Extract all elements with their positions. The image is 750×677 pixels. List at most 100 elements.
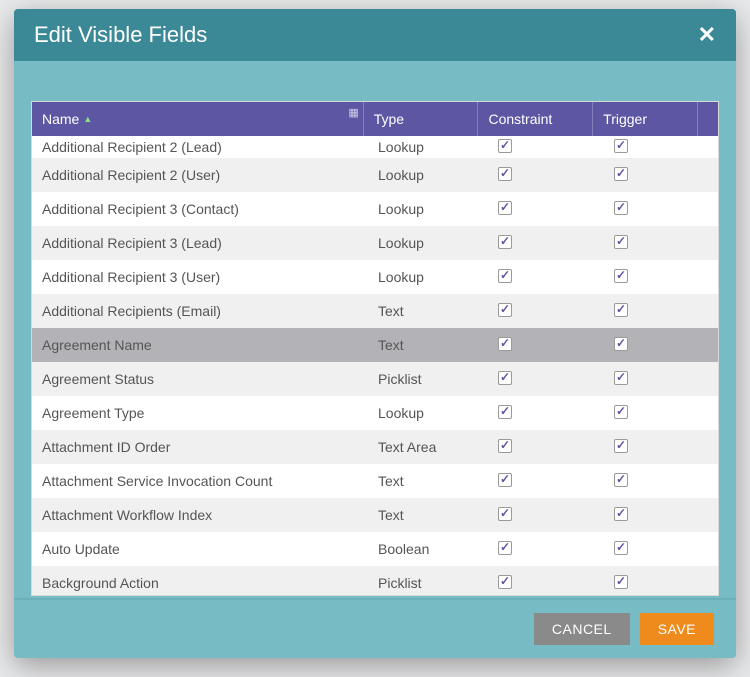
constraint-checkbox[interactable] [498, 235, 512, 249]
close-icon[interactable]: ✕ [698, 22, 716, 48]
column-header-type-label: Type [374, 111, 404, 127]
constraint-checkbox[interactable] [498, 167, 512, 181]
cell-constraint [484, 334, 600, 357]
cell-constraint [484, 266, 600, 289]
cell-type: Lookup [368, 139, 484, 155]
column-options-icon[interactable]: ▦ [348, 106, 358, 119]
cell-name: Agreement Name [32, 337, 368, 353]
save-button[interactable]: SAVE [640, 613, 714, 645]
constraint-checkbox[interactable] [498, 439, 512, 453]
trigger-checkbox[interactable] [614, 269, 628, 283]
cell-constraint [484, 164, 600, 187]
table-row[interactable]: Auto UpdateBoolean [32, 532, 718, 566]
cell-name: Attachment ID Order [32, 439, 368, 455]
table-row[interactable]: Additional Recipient 2 (User)Lookup [32, 158, 718, 192]
constraint-checkbox[interactable] [498, 405, 512, 419]
edit-visible-fields-modal: Edit Visible Fields ✕ Name ▲ ▦ Type Cons… [14, 9, 736, 658]
cell-trigger [600, 402, 706, 425]
cancel-button[interactable]: CANCEL [534, 613, 630, 645]
cell-trigger [600, 300, 706, 323]
cell-trigger [600, 470, 706, 493]
cell-name: Additional Recipients (Email) [32, 303, 368, 319]
cell-type: Lookup [368, 235, 484, 251]
cell-name: Additional Recipient 3 (Contact) [32, 201, 368, 217]
table-row[interactable]: Additional Recipients (Email)Text [32, 294, 718, 328]
cell-trigger [600, 266, 706, 289]
table-row[interactable]: Additional Recipient 2 (Lead)Lookup [32, 136, 718, 158]
column-header-name-label: Name [42, 111, 79, 127]
cell-type: Text [368, 303, 484, 319]
trigger-checkbox[interactable] [614, 473, 628, 487]
cell-trigger [600, 368, 706, 391]
sort-asc-icon: ▲ [83, 114, 92, 124]
table-row[interactable]: Background ActionPicklist [32, 566, 718, 595]
fields-table: Name ▲ ▦ Type Constraint Trigger Additio… [31, 101, 719, 596]
cell-name: Auto Update [32, 541, 368, 557]
table-row[interactable]: Additional Recipient 3 (User)Lookup [32, 260, 718, 294]
cell-trigger [600, 504, 706, 527]
table-row[interactable]: Agreement TypeLookup [32, 396, 718, 430]
trigger-checkbox[interactable] [614, 235, 628, 249]
table-row[interactable]: Attachment Service Invocation CountText [32, 464, 718, 498]
table-row[interactable]: Agreement StatusPicklist [32, 362, 718, 396]
cell-trigger [600, 136, 706, 159]
cell-trigger [600, 164, 706, 187]
trigger-checkbox[interactable] [614, 439, 628, 453]
modal-footer: CANCEL SAVE [14, 598, 736, 658]
trigger-checkbox[interactable] [614, 167, 628, 181]
cell-constraint [484, 402, 600, 425]
column-header-type[interactable]: Type [364, 102, 479, 136]
cell-constraint [484, 300, 600, 323]
constraint-checkbox[interactable] [498, 337, 512, 351]
column-header-trigger-label: Trigger [603, 111, 647, 127]
column-header-constraint[interactable]: Constraint [478, 102, 593, 136]
table-row[interactable]: Attachment Workflow IndexText [32, 498, 718, 532]
trigger-checkbox[interactable] [614, 303, 628, 317]
constraint-checkbox[interactable] [498, 575, 512, 589]
cell-type: Text [368, 507, 484, 523]
constraint-checkbox[interactable] [498, 269, 512, 283]
cell-constraint [484, 504, 600, 527]
column-header-trigger[interactable]: Trigger [593, 102, 698, 136]
trigger-checkbox[interactable] [614, 405, 628, 419]
constraint-checkbox[interactable] [498, 541, 512, 555]
table-row[interactable]: Additional Recipient 3 (Lead)Lookup [32, 226, 718, 260]
cell-constraint [484, 538, 600, 561]
table-row[interactable]: Additional Recipient 3 (Contact)Lookup [32, 192, 718, 226]
constraint-checkbox[interactable] [498, 507, 512, 521]
cell-name: Additional Recipient 2 (User) [32, 167, 368, 183]
cell-name: Attachment Service Invocation Count [32, 473, 368, 489]
trigger-checkbox[interactable] [614, 507, 628, 521]
cell-type: Text Area [368, 439, 484, 455]
column-header-constraint-label: Constraint [488, 111, 552, 127]
cell-type: Picklist [368, 575, 484, 591]
trigger-checkbox[interactable] [614, 541, 628, 555]
cell-type: Lookup [368, 167, 484, 183]
cell-constraint [484, 572, 600, 595]
constraint-checkbox[interactable] [498, 201, 512, 215]
trigger-checkbox[interactable] [614, 337, 628, 351]
table-body[interactable]: Additional Recipient 2 (Lead)LookupAddit… [32, 136, 718, 595]
constraint-checkbox[interactable] [498, 303, 512, 317]
trigger-checkbox[interactable] [614, 201, 628, 215]
table-header-row: Name ▲ ▦ Type Constraint Trigger [32, 102, 718, 136]
constraint-checkbox[interactable] [498, 473, 512, 487]
cell-type: Text [368, 473, 484, 489]
cell-name: Attachment Workflow Index [32, 507, 368, 523]
cell-type: Picklist [368, 371, 484, 387]
trigger-checkbox[interactable] [614, 575, 628, 589]
cell-name: Background Action [32, 575, 368, 591]
trigger-checkbox[interactable] [614, 139, 628, 153]
column-header-name[interactable]: Name ▲ ▦ [32, 102, 364, 136]
table-row[interactable]: Attachment ID OrderText Area [32, 430, 718, 464]
constraint-checkbox[interactable] [498, 371, 512, 385]
cell-type: Lookup [368, 405, 484, 421]
table-row[interactable]: Agreement NameText [32, 328, 718, 362]
cell-name: Additional Recipient 2 (Lead) [32, 139, 368, 155]
cell-type: Boolean [368, 541, 484, 557]
constraint-checkbox[interactable] [498, 139, 512, 153]
modal-title: Edit Visible Fields [34, 22, 207, 48]
cell-name: Additional Recipient 3 (User) [32, 269, 368, 285]
trigger-checkbox[interactable] [614, 371, 628, 385]
cell-type: Lookup [368, 269, 484, 285]
